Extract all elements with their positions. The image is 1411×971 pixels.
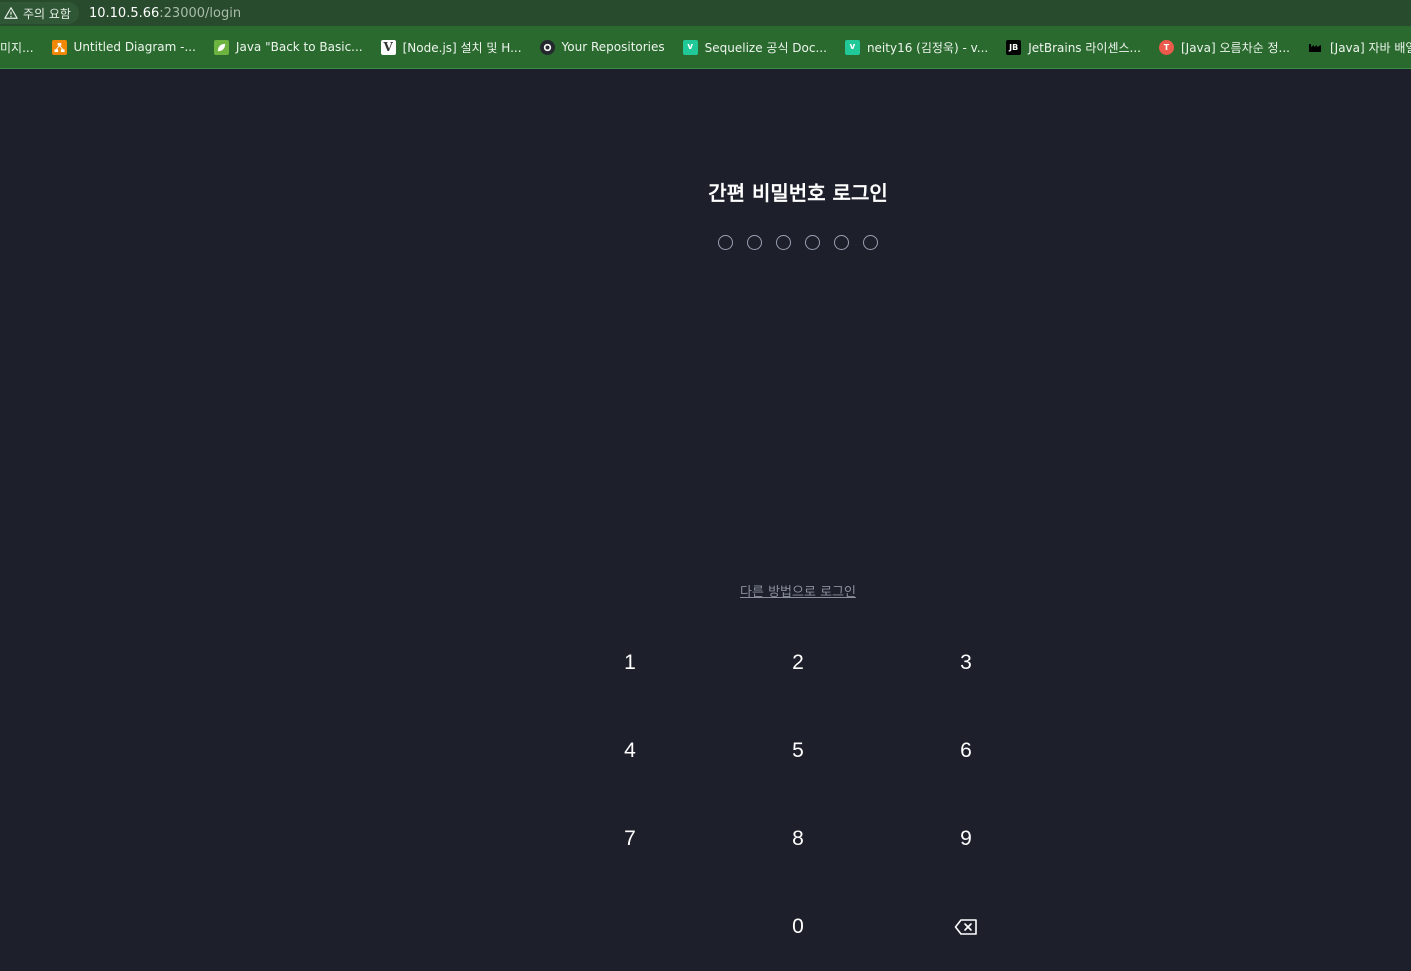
jetbrains-icon: JB	[1006, 39, 1022, 55]
keypad-empty-slot	[546, 883, 714, 971]
leaf-icon	[213, 39, 229, 55]
keypad-key-5[interactable]: 5	[714, 707, 882, 795]
velog-v-icon: V	[380, 39, 396, 55]
pin-dot	[863, 235, 878, 250]
keypad-key-4[interactable]: 4	[546, 707, 714, 795]
security-label: 주의 요함	[23, 6, 71, 21]
address-bar: 주의 요함 10.10.5.66:23000/login	[0, 0, 1411, 26]
bookmark-label: Your Repositories	[561, 40, 665, 54]
velog-icon: v	[844, 39, 860, 55]
bookmark-label: [Node.js] 설치 및 H...	[402, 40, 522, 55]
url-host: 10.10.5.66	[88, 5, 160, 21]
security-warning-chip[interactable]: 주의 요함	[0, 2, 79, 24]
pin-dot	[834, 235, 849, 250]
pin-dot	[747, 235, 762, 250]
bookmark-item[interactable]: v neity16 (김정욱) - v...	[836, 33, 997, 61]
bookmark-item[interactable]: JB JetBrains 라이센스...	[997, 33, 1150, 61]
pin-dot	[805, 235, 820, 250]
bookmark-item[interactable]: Untitled Diagram -...	[43, 33, 205, 61]
alt-login-wrapper: 다른 방법으로 로그인	[0, 581, 1411, 600]
url-field[interactable]: 10.10.5.66:23000/login	[89, 6, 241, 21]
drawio-icon	[51, 39, 67, 55]
warning-icon	[4, 7, 18, 19]
login-page: 간편 비밀번호 로그인 다른 방법으로 로그인 1 2 3 4 5 6 7 8 …	[0, 69, 1411, 967]
bookmark-item[interactable]: [Java] 자바 배열 정...	[1299, 33, 1411, 61]
tistory-icon: T	[1158, 39, 1174, 55]
bookmark-item[interactable]: Your Repositories	[531, 33, 674, 61]
keypad-key-2[interactable]: 2	[714, 619, 882, 707]
bookmark-item[interactable]: Java "Back to Basic...	[205, 33, 372, 61]
keypad-key-9[interactable]: 9	[882, 795, 1050, 883]
bookmark-item[interactable]: T [Java] 오름차순 정...	[1150, 33, 1299, 61]
keypad-key-8[interactable]: 8	[714, 795, 882, 883]
bookmark-label: [Java] 자바 배열 정...	[1329, 40, 1411, 55]
pin-dot	[776, 235, 791, 250]
bookmark-item[interactable]: 미지...	[0, 33, 43, 61]
bookmark-label: Java "Back to Basic...	[235, 40, 363, 54]
keypad-key-3[interactable]: 3	[882, 619, 1050, 707]
bookmark-label: JetBrains 라이센스...	[1028, 40, 1141, 55]
bookmark-label: [Java] 오름차순 정...	[1180, 40, 1290, 55]
factory-icon	[1308, 40, 1323, 55]
velog-icon: v	[682, 39, 698, 55]
backspace-button[interactable]	[882, 883, 1050, 971]
bookmark-label: neity16 (김정욱) - v...	[866, 40, 989, 55]
bookmark-item[interactable]: v Sequelize 공식 Doc...	[674, 33, 836, 61]
keypad-key-7[interactable]: 7	[546, 795, 714, 883]
bookmark-label: Untitled Diagram -...	[73, 40, 196, 54]
pin-indicator	[718, 235, 878, 250]
bookmark-label: 미지...	[0, 40, 34, 55]
url-path: :23000/login	[159, 5, 242, 21]
github-icon	[539, 39, 555, 55]
keypad-key-1[interactable]: 1	[546, 619, 714, 707]
page-title: 간편 비밀번호 로그인	[708, 181, 888, 205]
alt-login-link[interactable]: 다른 방법으로 로그인	[740, 585, 856, 600]
pin-dot	[718, 235, 733, 250]
backspace-icon	[954, 919, 977, 935]
keypad-key-6[interactable]: 6	[882, 707, 1050, 795]
bookmark-label: Sequelize 공식 Doc...	[704, 40, 827, 55]
pin-keypad: 1 2 3 4 5 6 7 8 9 0	[546, 619, 1050, 971]
bookmark-item[interactable]: V [Node.js] 설치 및 H...	[372, 33, 531, 61]
keypad-key-0[interactable]: 0	[714, 883, 882, 971]
bookmarks-bar: 미지... Untitled Diagram -... Java "Back t…	[0, 26, 1411, 69]
